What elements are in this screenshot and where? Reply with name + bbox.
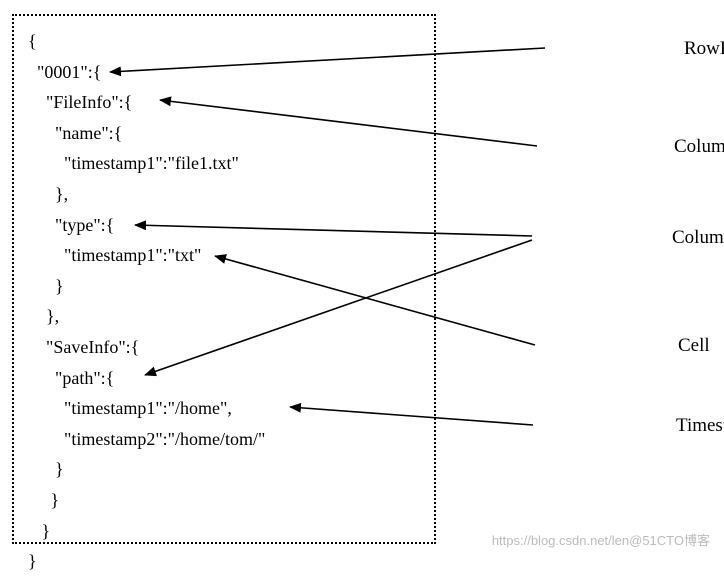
json-line: "timestamp2":"/home/tom/" bbox=[28, 424, 420, 455]
json-line-name: "name":{ bbox=[28, 118, 420, 149]
json-line-colfam: "FileInfo":{ bbox=[28, 87, 420, 118]
json-line: } bbox=[28, 516, 420, 547]
json-line: }, bbox=[28, 301, 420, 332]
json-line: } bbox=[28, 546, 420, 577]
json-line-type: "type":{ bbox=[28, 210, 420, 241]
json-line-rowkey: "0001":{ bbox=[28, 57, 420, 88]
json-line: { bbox=[28, 26, 420, 57]
json-line-saveinfo: "SaveInfo":{ bbox=[28, 332, 420, 363]
json-line: "timestamp1":"file1.txt" bbox=[28, 148, 420, 179]
json-line-path: "path":{ bbox=[28, 363, 420, 394]
label-rowkey: RowKey bbox=[684, 38, 724, 60]
json-line: } bbox=[28, 454, 420, 485]
json-code-box: { "0001":{ "FileInfo":{ "name":{ "timest… bbox=[12, 14, 436, 544]
label-cell: Cell bbox=[678, 335, 710, 357]
label-colqual: Column Qualifier bbox=[672, 227, 724, 249]
watermark-text: https://blog.csdn.net/len@51CTO博客 bbox=[492, 530, 710, 549]
json-line-ts1: "timestamp1":"/home", bbox=[28, 393, 420, 424]
json-line: } bbox=[28, 485, 420, 516]
json-line: }, bbox=[28, 179, 420, 210]
json-line-cell: "timestamp1":"txt" bbox=[28, 240, 420, 271]
label-timestamp: Timestamp bbox=[676, 415, 724, 437]
json-line: } bbox=[28, 271, 420, 302]
label-colfam: Column Family bbox=[674, 136, 724, 158]
